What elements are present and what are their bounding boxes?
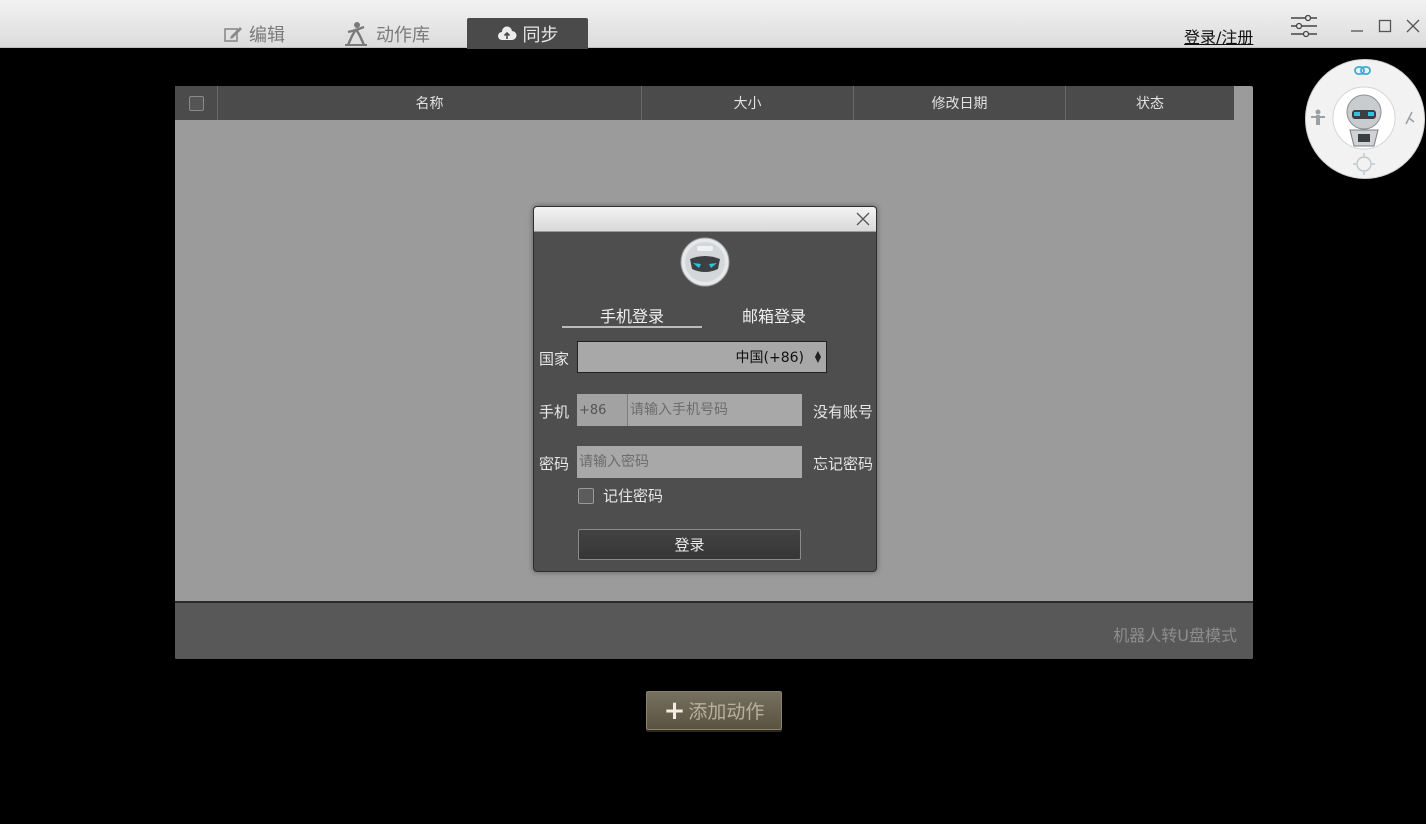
panel-footer: 机器人转U盘模式: [175, 601, 1253, 659]
updown-arrows-icon: ▲ ▼: [814, 349, 821, 364]
dialog-close-icon[interactable]: [855, 211, 871, 227]
country-value: 中国(+86): [735, 350, 804, 366]
checkbox-box[interactable]: [578, 487, 594, 504]
column-status[interactable]: 状态: [1066, 86, 1234, 120]
edit-icon: [223, 24, 243, 44]
cloud-sync-icon: [497, 25, 517, 42]
tab-label: 同步: [522, 24, 559, 46]
robot-status-widget[interactable]: [1305, 59, 1425, 179]
tab-label: 编辑: [249, 24, 285, 46]
country-label: 国家: [539, 350, 570, 368]
login-register-link[interactable]: 登录/注册: [1184, 24, 1253, 48]
table-header: 名称 大小 修改日期 状态: [175, 86, 1234, 120]
select-all-cell: [175, 86, 218, 120]
column-size[interactable]: 大小: [642, 86, 854, 120]
remember-password-checkbox[interactable]: 记住密码: [578, 485, 663, 506]
tab-action-library[interactable]: 动作库: [330, 18, 442, 49]
add-action-label: 添加动作: [688, 701, 765, 723]
tab-phone-login[interactable]: 手机登录: [600, 303, 664, 327]
remember-password-label: 记住密码: [603, 487, 664, 505]
phone-label: 手机: [539, 403, 570, 421]
minimize-icon[interactable]: [1344, 14, 1370, 38]
country-select[interactable]: 中国(+86) ▲ ▼: [577, 341, 827, 373]
title-bar: 编辑 动作库 同步 登录/注册: [0, 0, 1426, 49]
plus-icon: +: [663, 695, 686, 726]
tab-label: 动作库: [376, 24, 430, 46]
settings-sliders-icon[interactable]: [1290, 14, 1318, 38]
login-dialog: 手机登录 邮箱登录 国家 中国(+86) ▲▼ 手机 +86 没有账号 密码 忘…: [533, 206, 877, 572]
robot-avatar-icon: [1311, 66, 1415, 175]
dialog-title-bar: [534, 207, 876, 232]
tab-sync[interactable]: 同步: [467, 18, 588, 49]
maximize-icon[interactable]: [1372, 14, 1398, 38]
robot-head-icon: [680, 237, 730, 287]
column-modified-date[interactable]: 修改日期: [854, 86, 1066, 120]
column-name[interactable]: 名称: [218, 86, 642, 120]
add-action-button[interactable]: + 添加动作: [646, 691, 782, 730]
phone-prefix: +86: [577, 394, 628, 426]
close-icon[interactable]: [1400, 14, 1426, 38]
forgot-password-link[interactable]: 忘记密码: [813, 453, 873, 474]
udisk-mode-button[interactable]: 机器人转U盘模式: [1113, 622, 1237, 646]
password-label: 密码: [539, 455, 570, 473]
active-tab-underline: [562, 326, 702, 328]
phone-input[interactable]: [628, 394, 802, 426]
password-input[interactable]: [577, 446, 802, 478]
tab-edit[interactable]: 编辑: [200, 18, 308, 49]
tab-email-login[interactable]: 邮箱登录: [742, 303, 806, 327]
select-all-checkbox[interactable]: [188, 95, 204, 111]
no-account-link[interactable]: 没有账号: [813, 401, 873, 422]
action-figure-icon: [342, 21, 370, 47]
login-button[interactable]: 登录: [578, 529, 801, 560]
